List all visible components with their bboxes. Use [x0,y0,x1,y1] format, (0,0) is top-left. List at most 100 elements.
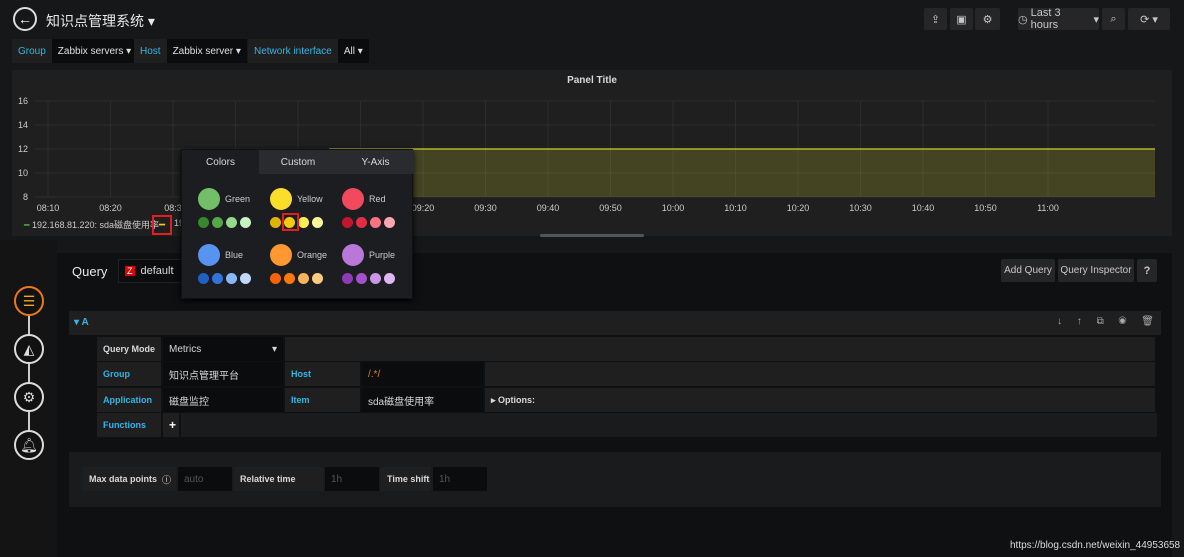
variable-network[interactable]: Network interface All ▾ [248,39,369,63]
options-toggle[interactable]: ▸ Options: [485,388,1155,412]
color-purple-swatch[interactable] [342,244,364,266]
info-icon: ⓘ [162,474,172,485]
help-button[interactable]: ? [1137,259,1157,282]
y-tick-label: 10 [18,168,28,178]
tab-custom[interactable]: Custom [259,150,337,174]
save-button[interactable]: ▣ [950,8,973,30]
delete-icon[interactable]: 🗑︎ [1141,316,1154,327]
variable-group[interactable]: Group Zabbix servers ▾ [12,39,138,63]
x-tick-label: 08:10 [37,203,60,213]
add-query-button[interactable]: Add Query [1001,259,1055,282]
x-tick-label: 10:20 [787,203,810,213]
move-down-icon[interactable]: ↓ [1057,316,1062,327]
color-blue-swatch[interactable] [198,244,220,266]
color-label: Blue [225,250,244,260]
color-shade-swatch[interactable] [240,273,251,284]
tab-y-axis[interactable]: Y-Axis [337,150,414,174]
color-picker-popover: Colors Custom Y-Axis Green Yellow Red Blue O… [181,149,414,299]
color-shade-swatch[interactable] [226,273,237,284]
max-data-points-input[interactable]: auto [178,467,232,491]
y-tick-label: 8 [23,192,28,202]
selected-color-highlight [282,213,299,231]
x-tick-label: 09:30 [474,203,497,213]
query-mode-select[interactable]: Metrics ▾ [163,337,283,361]
color-shade-swatch[interactable] [356,217,367,228]
query-row-header[interactable] [69,311,1161,335]
x-tick-label: 09:50 [599,203,622,213]
query-mode-row: Query Mode Metrics ▾ [97,337,1157,361]
tab-colors[interactable]: Colors [182,150,259,174]
legend-item[interactable]: ━ 192.168.81.220: sda磁盘使用率 [24,218,159,231]
refresh-button[interactable]: ⟳ ▾ [1128,8,1170,30]
alert-tab-icon[interactable]: 🔔︎ [14,430,44,460]
collapse-query-a[interactable]: ▾ A [74,317,89,328]
relative-time-input[interactable]: 1h [325,467,379,491]
query-inspector-button[interactable]: Query Inspector [1058,259,1134,282]
color-yellow-swatch[interactable] [270,188,292,210]
network-select[interactable]: All ▾ [337,39,369,63]
zoom-out-button[interactable]: ⌕ [1102,8,1125,30]
series-area [329,149,1155,197]
x-tick-label: 10:40 [912,203,935,213]
duplicate-icon[interactable]: ⧉ [1097,316,1104,327]
add-function-button[interactable]: + [163,413,179,437]
color-shade-swatch[interactable] [384,273,395,284]
x-tick-label: 10:30 [849,203,872,213]
color-shade-swatch[interactable] [240,217,251,228]
time-picker[interactable]: ◷ Last 3 hours ▾ [1018,7,1099,31]
color-shade-swatch[interactable] [312,273,323,284]
application-input[interactable]: 磁盘监控 [163,388,283,412]
color-shade-swatch[interactable] [298,217,309,228]
x-tick-label: 11:00 [1037,203,1059,213]
scrollbar[interactable] [540,234,644,237]
color-shade-swatch[interactable] [284,273,295,284]
color-shade-swatch[interactable] [384,217,395,228]
general-tab-icon[interactable]: ⚙ [14,382,44,412]
color-shade-swatch[interactable] [356,273,367,284]
group-select[interactable]: Zabbix servers ▾ [51,39,138,63]
color-label: Orange [297,250,328,260]
variable-host[interactable]: Host Zabbix server ▾ [134,39,247,63]
query-heading: Query [72,264,108,279]
color-shade-swatch[interactable] [270,217,281,228]
host-select[interactable]: Zabbix server ▾ [166,39,247,63]
zabbix-icon: Z [125,266,135,276]
dashboard-title[interactable]: 知识点管理系统 ▾ [46,11,155,31]
share-button[interactable]: ⇪ [924,8,947,30]
toggle-visibility-icon[interactable]: ◉ [1118,316,1126,327]
visualization-tab-icon[interactable]: ◭ [14,334,44,364]
x-tick-label: 09:20 [412,203,435,213]
functions-row: Functions + [97,413,1159,437]
time-shift-input[interactable]: 1h [433,467,487,491]
color-shade-swatch[interactable] [226,217,237,228]
color-shade-swatch[interactable] [342,217,353,228]
color-shade-swatch[interactable] [312,217,323,228]
color-shade-swatch[interactable] [270,273,281,284]
color-label: Purple [369,250,396,260]
y-tick-label: 14 [18,120,28,130]
color-shade-swatch[interactable] [212,217,223,228]
color-shade-swatch[interactable] [370,217,381,228]
query-options-row: Max data points ⓘ auto Relative time 1h … [83,467,489,491]
settings-button[interactable]: ⚙ [975,8,1000,30]
move-up-icon[interactable]: ↑ [1077,316,1082,327]
datasource-picker[interactable]: Zdefault [118,259,188,283]
color-shade-swatch[interactable] [198,217,209,228]
legend-color-swatch-highlight[interactable]: ━ [152,215,172,235]
color-label: Green [225,194,251,204]
color-orange-swatch[interactable] [270,244,292,266]
color-green-swatch[interactable] [198,188,220,210]
group-input[interactable]: 知识点管理平台 [163,362,283,386]
rail-line [28,310,30,440]
queries-tab-icon[interactable]: ☰ [14,286,44,316]
back-button[interactable]: ← [13,7,37,31]
host-input[interactable]: /.*/ [362,362,483,386]
item-input[interactable]: sda磁盘使用率 [362,388,483,412]
color-shade-swatch[interactable] [342,273,353,284]
color-shade-swatch[interactable] [370,273,381,284]
color-shade-swatch[interactable] [212,273,223,284]
color-shade-swatch[interactable] [198,273,209,284]
y-tick-label: 12 [18,144,28,154]
color-shade-swatch[interactable] [298,273,309,284]
color-red-swatch[interactable] [342,188,364,210]
